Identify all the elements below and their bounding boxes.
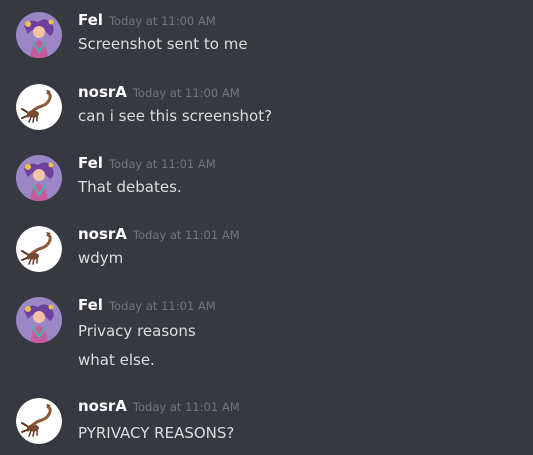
scorpion-avatar-icon[interactable]	[16, 84, 62, 130]
message-text: Privacy reasons	[78, 322, 196, 340]
fel-avatar-icon[interactable]	[16, 12, 62, 58]
message-text: what else.	[78, 351, 155, 369]
message-text: wdym	[78, 249, 124, 267]
message-text: PYRIVACY REASONS?	[78, 424, 235, 442]
message-text: Screenshot sent to me	[78, 35, 248, 53]
username[interactable]: nosrA	[78, 225, 127, 243]
fel-avatar-icon[interactable]	[16, 155, 62, 201]
timestamp: Today at 11:00 AM	[132, 86, 240, 100]
username[interactable]: nosrA	[78, 397, 127, 415]
username[interactable]: Fel	[78, 11, 103, 29]
username[interactable]: Fel	[78, 154, 103, 172]
message-text: can i see this screenshot?	[78, 107, 273, 125]
message-header: Fel Today at 11:01 AM	[78, 295, 216, 316]
timestamp: Today at 11:01 AM	[132, 228, 240, 242]
message-header: nosrA Today at 11:01 AM	[78, 224, 240, 245]
message-header: Fel Today at 11:00 AM	[78, 10, 216, 31]
timestamp: Today at 11:00 AM	[108, 14, 216, 28]
timestamp: Today at 11:01 AM	[108, 299, 216, 313]
username[interactable]: nosrA	[78, 83, 127, 101]
fel-avatar-icon[interactable]	[16, 297, 62, 343]
message-header: nosrA Today at 11:00 AM	[78, 82, 240, 103]
scorpion-avatar-icon[interactable]	[16, 226, 62, 272]
username[interactable]: Fel	[78, 296, 103, 314]
message-text: That debates.	[78, 178, 182, 196]
timestamp: Today at 11:01 AM	[132, 400, 240, 414]
message-header: nosrA Today at 11:01 AM	[78, 396, 240, 417]
message-header: Fel Today at 11:01 AM	[78, 153, 216, 174]
chat-messages: Fel Today at 11:00 AM Screenshot sent to …	[0, 0, 533, 455]
timestamp: Today at 11:01 AM	[108, 157, 216, 171]
scorpion-avatar-icon[interactable]	[16, 398, 62, 444]
